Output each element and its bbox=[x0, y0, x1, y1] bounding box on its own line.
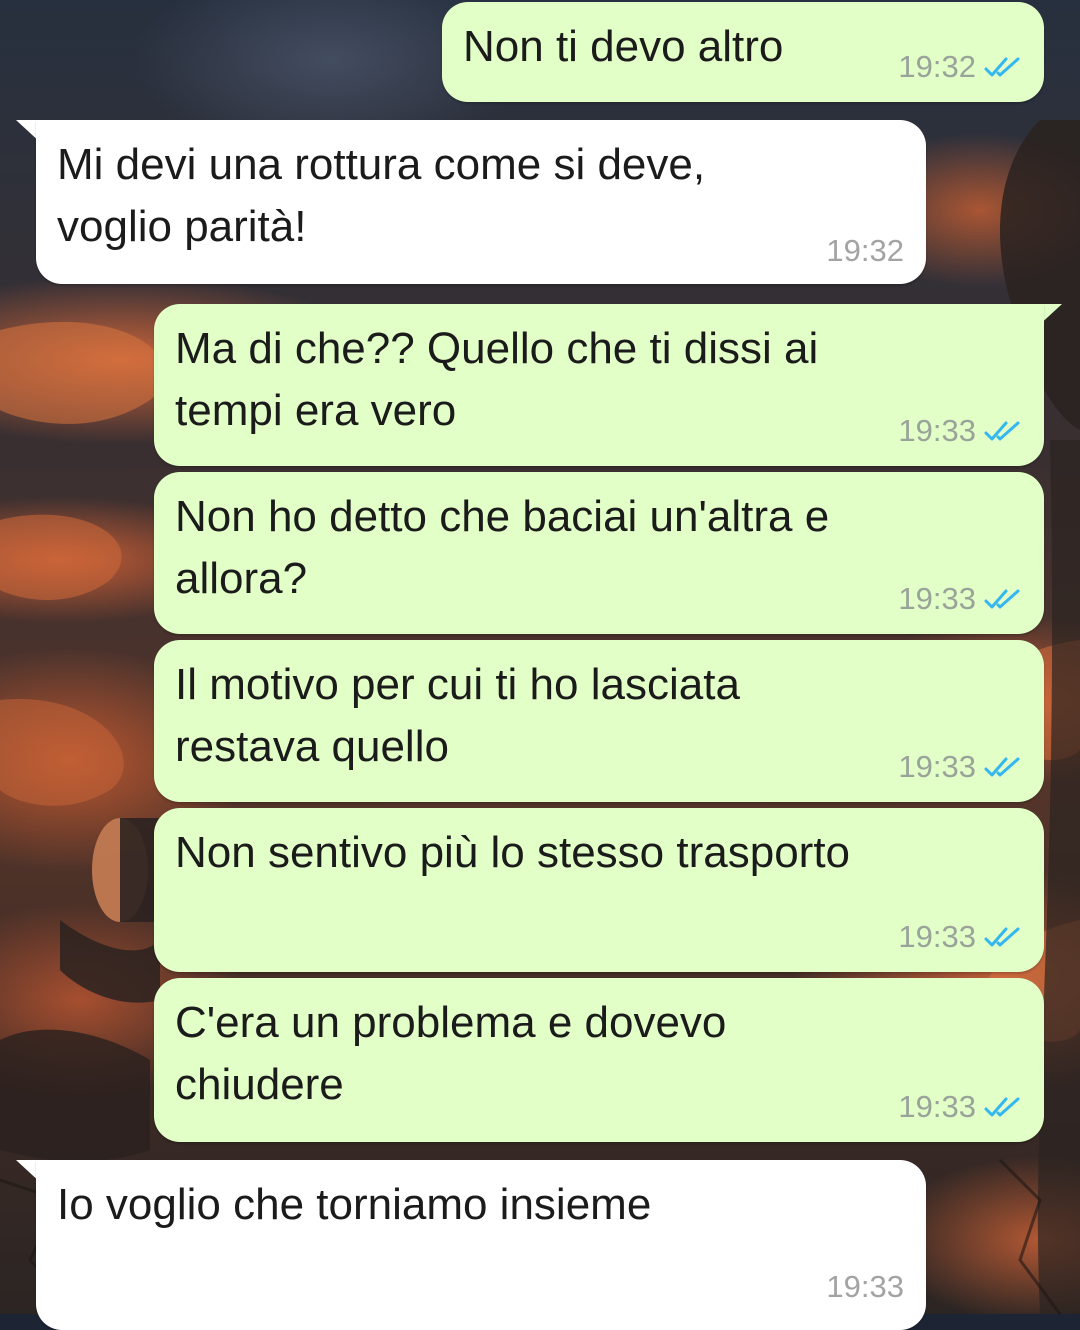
message-time: 19:32 bbox=[826, 233, 904, 268]
message-time: 19:33 bbox=[898, 1089, 976, 1124]
message-text: Non ho detto che baciai un'altra e allor… bbox=[175, 492, 830, 603]
message-time: 19:33 bbox=[898, 749, 976, 784]
message-meta: 19:32 bbox=[898, 50, 1022, 84]
double-check-icon bbox=[984, 1097, 1020, 1117]
message-meta: 19:33 bbox=[898, 920, 1022, 954]
message-text: Ma di che?? Quello che ti dissi ai tempi… bbox=[175, 324, 819, 435]
message-time: 19:32 bbox=[898, 49, 976, 84]
message-bubble-outgoing[interactable]: Non sentivo più lo stesso trasporto 19:3… bbox=[154, 808, 1044, 972]
message-meta: 19:33 bbox=[898, 1090, 1022, 1124]
message-bubble-outgoing[interactable]: Il motivo per cui ti ho lasciata restava… bbox=[154, 640, 1044, 802]
double-check-icon bbox=[984, 927, 1020, 947]
message-time: 19:33 bbox=[898, 413, 976, 448]
message-bubble-outgoing[interactable]: Non ti devo altro 19:32 bbox=[442, 2, 1044, 102]
message-text: Non sentivo più lo stesso trasporto bbox=[175, 828, 851, 877]
double-check-icon bbox=[984, 757, 1020, 777]
message-text: Il motivo per cui ti ho lasciata restava… bbox=[175, 660, 740, 771]
double-check-icon bbox=[984, 421, 1020, 441]
message-bubble-incoming[interactable]: Mi devi una rottura come si deve, voglio… bbox=[36, 120, 926, 284]
message-meta: 19:32 bbox=[826, 234, 904, 268]
message-text: C'era un problema e dovevo chiudere bbox=[175, 998, 727, 1109]
message-time: 19:33 bbox=[898, 919, 976, 954]
message-text: Io voglio che torniamo insieme bbox=[57, 1180, 652, 1229]
message-time: 19:33 bbox=[826, 1269, 904, 1304]
message-text: Mi devi una rottura come si deve, voglio… bbox=[57, 140, 706, 251]
message-meta: 19:33 bbox=[898, 582, 1022, 616]
message-bubble-incoming[interactable]: Io voglio che torniamo insieme 19:33 bbox=[36, 1160, 926, 1330]
message-meta: 19:33 bbox=[898, 750, 1022, 784]
message-bubble-outgoing[interactable]: C'era un problema e dovevo chiudere 19:3… bbox=[154, 978, 1044, 1142]
message-meta: 19:33 bbox=[826, 1270, 904, 1304]
message-meta: 19:33 bbox=[898, 414, 1022, 448]
message-bubble-outgoing[interactable]: Ma di che?? Quello che ti dissi ai tempi… bbox=[154, 304, 1044, 466]
double-check-icon bbox=[984, 589, 1020, 609]
message-bubble-outgoing[interactable]: Non ho detto che baciai un'altra e allor… bbox=[154, 472, 1044, 634]
message-time: 19:33 bbox=[898, 581, 976, 616]
double-check-icon bbox=[984, 57, 1020, 77]
